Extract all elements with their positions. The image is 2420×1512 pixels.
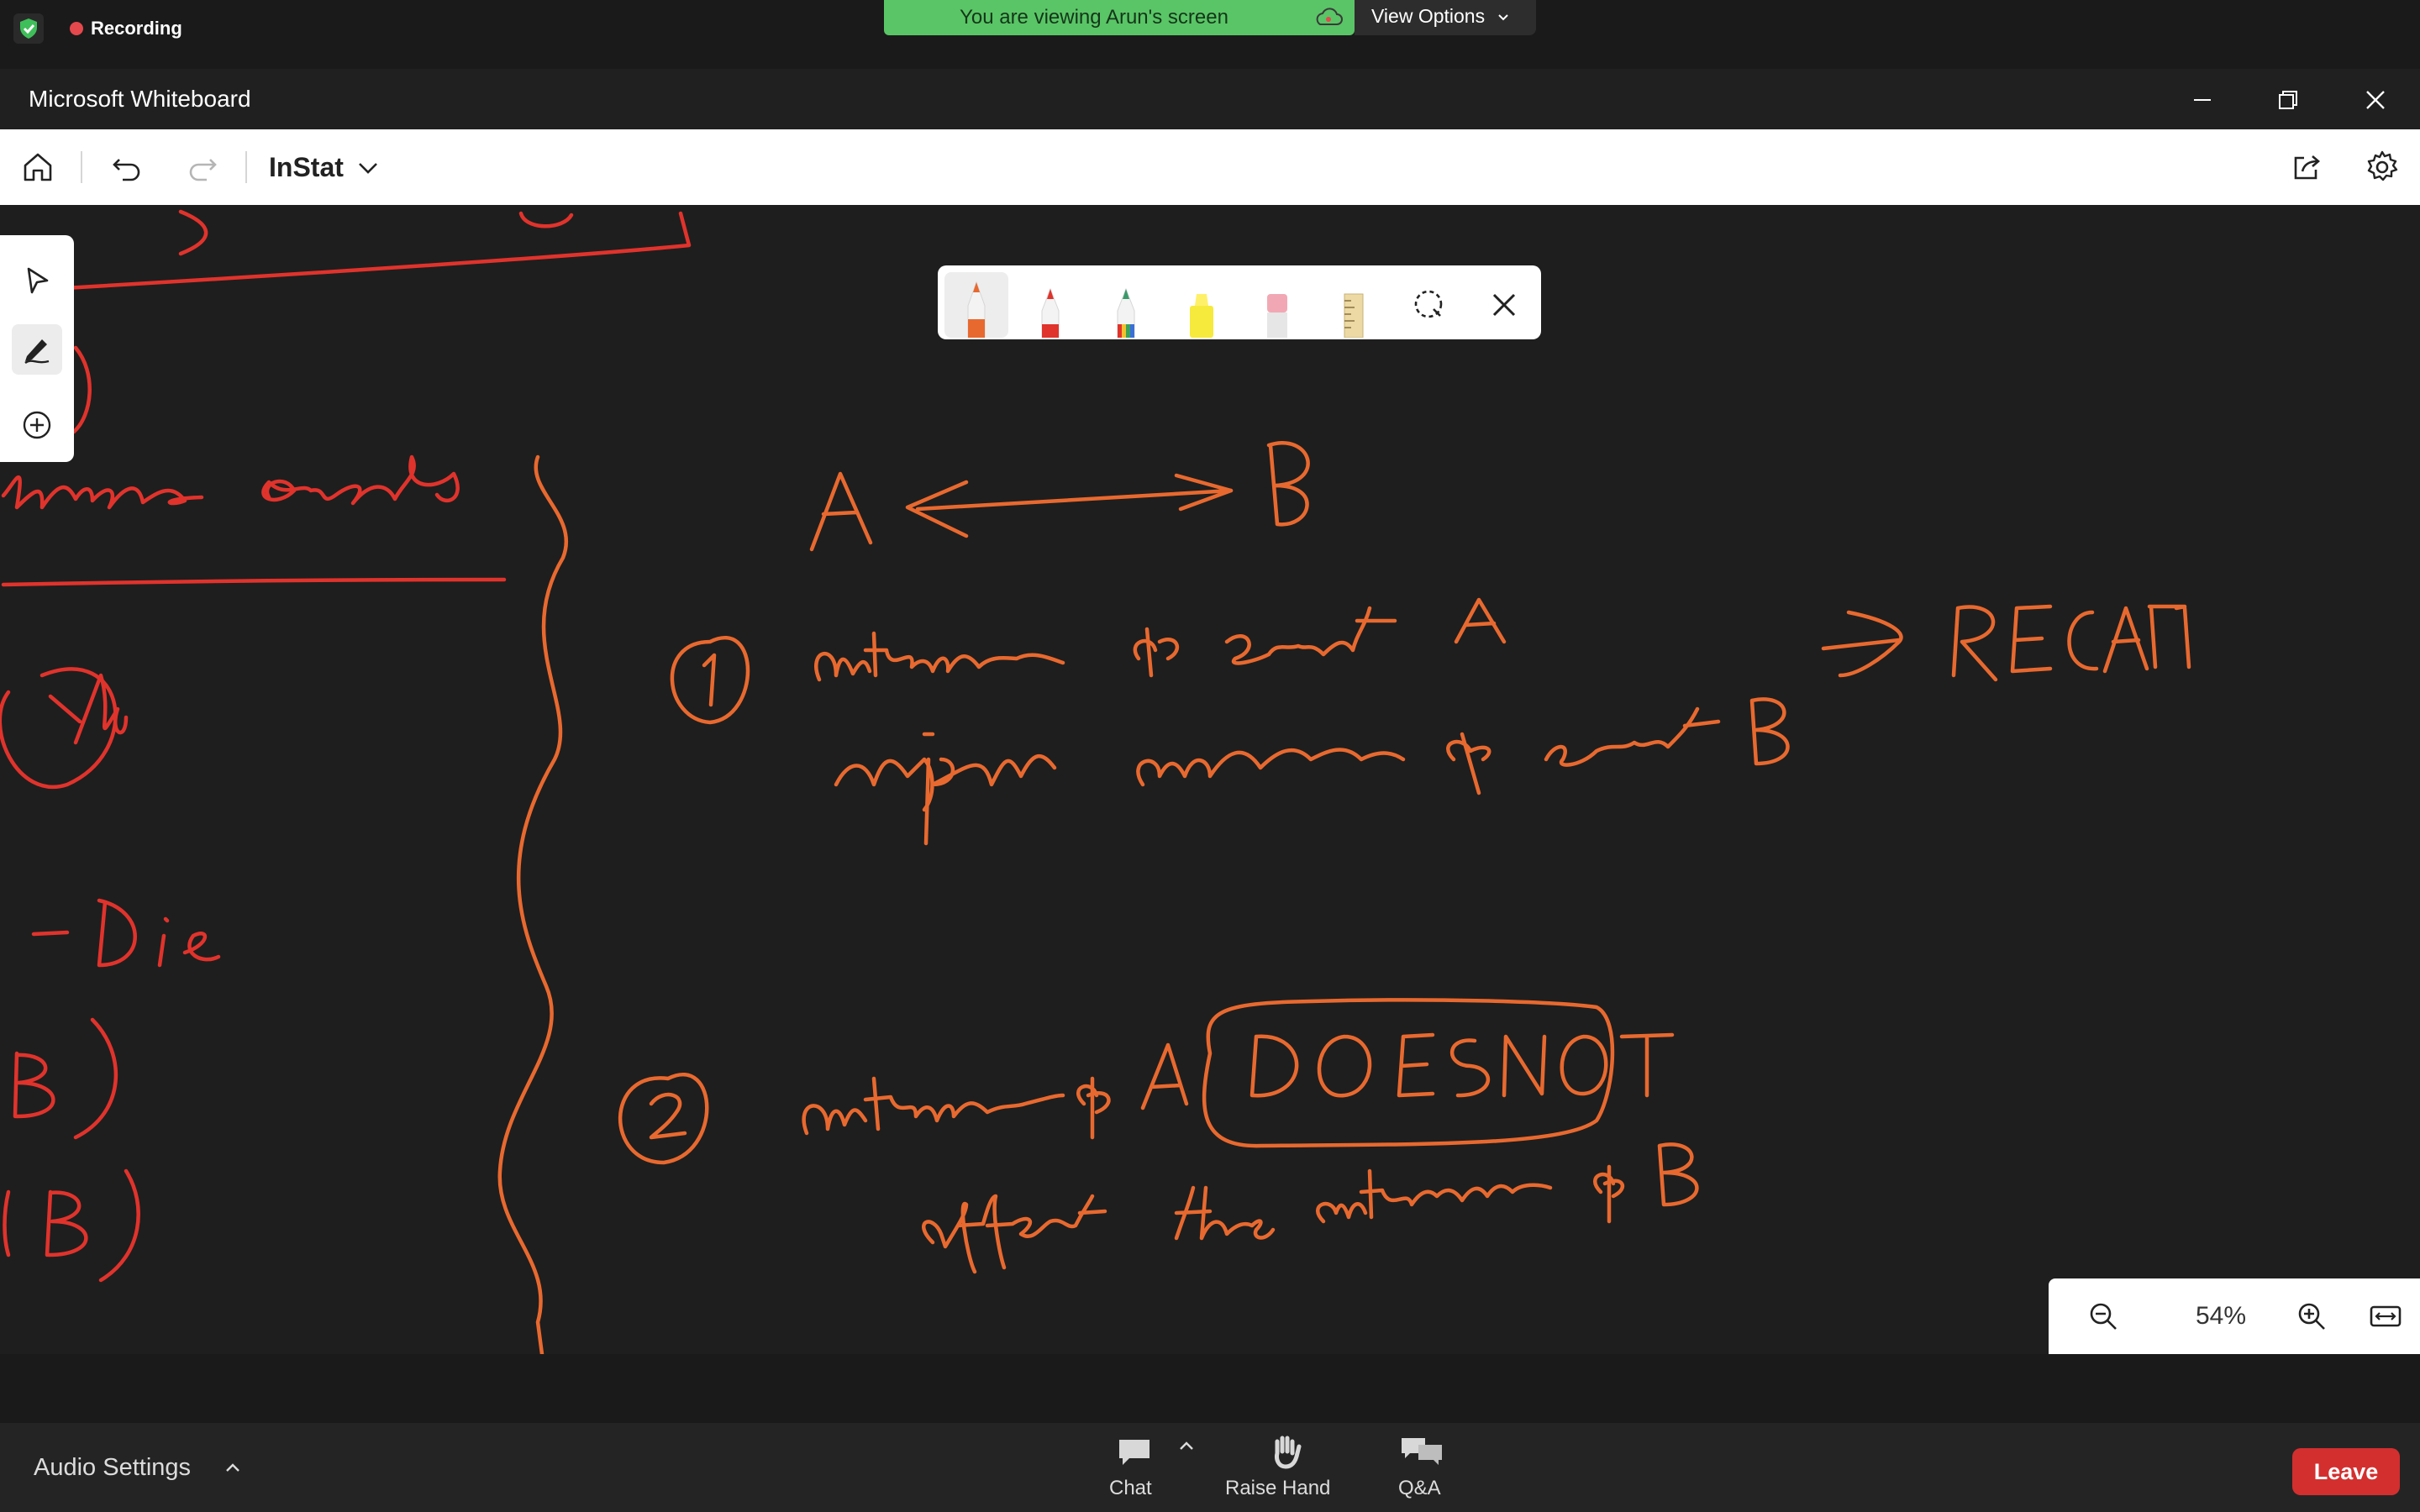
qa-label: Q&A xyxy=(1398,1477,1441,1499)
red-pen-tool[interactable] xyxy=(1018,272,1082,339)
yellow-highlighter-tool[interactable] xyxy=(1170,272,1234,338)
cursor-arrow-icon xyxy=(27,267,49,294)
recording-indicator-icon xyxy=(70,22,83,35)
raise-hand-button[interactable]: Raise Hand xyxy=(1223,1431,1349,1507)
gear-icon[interactable] xyxy=(2363,148,2402,186)
whiteboard-canvas[interactable]: 54% xyxy=(0,205,2420,1354)
screen-share-banner: You are viewing Arun's screen xyxy=(884,0,1355,35)
fit-to-screen-icon[interactable] xyxy=(2368,1299,2403,1334)
meeting-bottom-area: Audio Settings Chat Raise Hand Q&A Leave xyxy=(0,1354,2420,1512)
chat-label: Chat xyxy=(1109,1477,1152,1499)
home-icon[interactable] xyxy=(18,148,57,186)
view-options-button[interactable]: View Options xyxy=(1355,0,1536,35)
hand-icon xyxy=(1275,1436,1302,1469)
pen-icon xyxy=(24,339,50,365)
security-shield-icon[interactable] xyxy=(13,13,44,44)
window-title: Microsoft Whiteboard xyxy=(29,86,251,112)
ruler-tool[interactable] xyxy=(1321,272,1385,339)
orange-pen-tool[interactable] xyxy=(944,272,1008,339)
lasso-icon xyxy=(1414,290,1443,318)
zoom-control: 54% xyxy=(2049,1278,2420,1354)
chevron-up-icon[interactable] xyxy=(222,1457,244,1478)
handwritten-ink-layer xyxy=(0,209,2191,1354)
recording-label: Recording xyxy=(91,18,182,39)
zoom-in-icon[interactable] xyxy=(2294,1299,2329,1334)
zoom-out-icon[interactable] xyxy=(2086,1299,2121,1334)
red-ink-strokes xyxy=(0,209,692,1283)
rainbow-pen-icon xyxy=(1117,287,1135,339)
view-options-label: View Options xyxy=(1371,5,1486,27)
select-tool-button[interactable] xyxy=(12,255,62,306)
toolbar-divider xyxy=(245,151,247,183)
lasso-select-tool[interactable] xyxy=(1397,272,1460,338)
pen-tray xyxy=(938,265,1541,339)
close-pen-tray-button[interactable] xyxy=(1472,272,1536,338)
red-pen-icon xyxy=(1041,287,1060,339)
leave-button[interactable]: Leave xyxy=(2292,1448,2400,1495)
minimize-icon[interactable] xyxy=(2183,81,2222,119)
tool-rail xyxy=(0,235,74,462)
highlighter-icon xyxy=(1190,294,1213,338)
redo-icon[interactable] xyxy=(183,148,222,186)
inking-tool-button[interactable] xyxy=(12,324,62,375)
qa-button[interactable]: Q&A xyxy=(1390,1431,1457,1507)
chevron-down-icon[interactable] xyxy=(355,155,381,181)
board-name[interactable]: InStat xyxy=(269,129,344,205)
cloud-icon xyxy=(1316,8,1343,25)
orange-ink-strokes xyxy=(497,441,2191,1354)
eraser-icon xyxy=(1267,294,1287,338)
whiteboard-title-bar: Microsoft Whiteboard xyxy=(0,69,2420,129)
plus-circle-icon xyxy=(23,411,51,439)
ruler-icon xyxy=(1344,293,1364,339)
meeting-top-bar: Recording You are viewing Arun's screen … xyxy=(0,0,2420,69)
undo-icon[interactable] xyxy=(108,148,146,186)
chat-bubble-icon xyxy=(1119,1440,1150,1465)
qa-bubbles-icon xyxy=(1402,1438,1442,1465)
chat-button[interactable]: Chat xyxy=(1106,1431,1173,1507)
close-icon[interactable] xyxy=(2356,81,2395,119)
eraser-tool[interactable] xyxy=(1245,272,1309,338)
audio-settings-button[interactable]: Audio Settings xyxy=(34,1423,191,1512)
add-content-button[interactable] xyxy=(12,400,62,450)
zoom-level[interactable]: 54% xyxy=(2166,1278,2275,1354)
share-banner-text: You are viewing Arun's screen xyxy=(960,6,1228,29)
rainbow-pen-tool[interactable] xyxy=(1094,272,1158,339)
chevron-down-icon xyxy=(1498,14,1508,21)
restore-icon[interactable] xyxy=(2269,81,2307,119)
toolbar-divider xyxy=(81,151,82,183)
raise-hand-label: Raise Hand xyxy=(1225,1477,1331,1499)
close-icon xyxy=(1492,293,1516,317)
share-icon[interactable] xyxy=(2287,148,2326,186)
chevron-up-icon[interactable] xyxy=(1176,1436,1197,1457)
meeting-controls-bar: Audio Settings Chat Raise Hand Q&A Leave xyxy=(0,1423,2420,1512)
orange-pen-icon xyxy=(967,281,986,339)
whiteboard-toolbar: InStat xyxy=(0,129,2420,205)
